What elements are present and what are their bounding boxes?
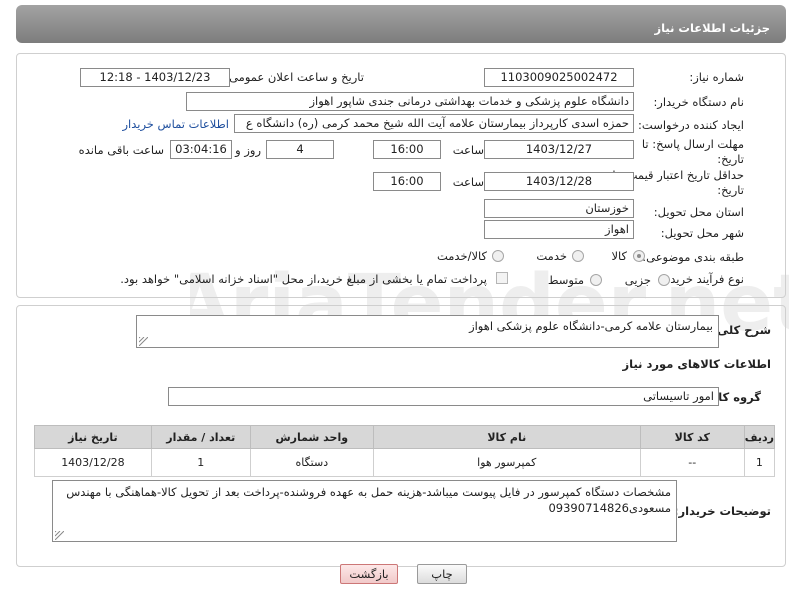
- creator-field: حمزه اسدی کارپرداز بیمارستان علامه آیت ا…: [234, 114, 634, 133]
- buyer-notes-text: مشخصات دستگاه کمپرسور در فایل پیوست میبا…: [66, 485, 671, 515]
- need-date-cell: 1403/12/28: [34, 448, 152, 477]
- days-label: روز و: [235, 143, 261, 157]
- description-text: بیمارستان علامه کرمی-دانشگاه علوم پزشکی …: [469, 319, 713, 333]
- treasury-payment-note: پرداخت تمام یا بخشی از مبلغ خرید،از محل …: [120, 272, 487, 286]
- deadline-label: مهلت ارسال پاسخ: تا: [641, 137, 744, 151]
- print-button[interactable]: چاپ: [417, 564, 467, 584]
- buyer-notes-label: توضیحات خریدار:: [673, 504, 771, 518]
- buyer-org-field: دانشگاه علوم پزشکی و خدمات بهداشتی درمان…: [186, 92, 634, 111]
- goods-table: ردیف کد کالا نام کالا واحد شمارش تعداد /…: [34, 425, 776, 477]
- category-goods-radio[interactable]: [633, 250, 645, 262]
- category-service-label: خدمت: [536, 249, 567, 263]
- remaining-time-field: 03:04:16: [170, 140, 232, 159]
- goods-info-title: اطلاعات کالاهای مورد نیاز: [622, 357, 771, 371]
- goods-group-field: امور تاسیساتی: [168, 387, 719, 406]
- deadline-time-field: 16:00: [373, 140, 441, 159]
- deadline-date-field: 1403/12/27: [484, 140, 634, 159]
- treasury-payment-checkbox[interactable]: [496, 272, 508, 284]
- category-goods-service-radio[interactable]: [492, 250, 504, 262]
- city-field: اهواز: [484, 220, 634, 239]
- col-name-header: نام کالا: [372, 425, 641, 449]
- table-row: 1 -- کمپرسور هوا دستگاه 1 1403/12/28: [34, 448, 776, 477]
- validity-date-label: تاریخ:: [717, 183, 744, 197]
- col-unit-header: واحد شمارش: [249, 425, 374, 449]
- category-goods-service-label: کالا/خدمت: [436, 249, 487, 263]
- validity-time-field: 16:00: [373, 172, 441, 191]
- row-number-cell: 1: [743, 448, 776, 477]
- back-button[interactable]: بازگشت: [340, 564, 398, 584]
- page-title: جزئیات اطلاعات نیاز: [654, 21, 770, 35]
- resize-handle-icon[interactable]: [139, 337, 148, 346]
- category-goods-label: کالا: [611, 249, 627, 263]
- page-header: جزئیات اطلاعات نیاز: [16, 5, 786, 43]
- col-date-header: تاریخ نیاز: [34, 425, 152, 449]
- remaining-label: ساعت باقی مانده: [78, 143, 164, 157]
- deadline-date-label: تاریخ:: [717, 152, 744, 166]
- remaining-days-field: 4: [266, 140, 334, 159]
- goods-name-cell: کمپرسور هوا: [372, 448, 641, 477]
- city-label: شهر محل تحویل:: [660, 226, 744, 240]
- deadline-time-label: ساعت: [452, 143, 484, 157]
- process-medium-label: متوسط: [547, 273, 584, 287]
- goods-code-cell: --: [639, 448, 745, 477]
- col-row-header: ردیف: [743, 425, 776, 449]
- province-field: خوزستان: [484, 199, 634, 218]
- goods-table-header: ردیف کد کالا نام کالا واحد شمارش تعداد /…: [34, 425, 776, 449]
- creator-label: ایجاد کننده درخواست:: [638, 118, 744, 132]
- resize-handle-icon[interactable]: [55, 531, 64, 540]
- buyer-org-label: نام دستگاه خریدار:: [653, 95, 744, 109]
- announce-date-field: 1403/12/23 - 12:18: [80, 68, 230, 87]
- col-code-header: کد کالا: [639, 425, 745, 449]
- process-minor-label: جزیی: [624, 273, 651, 287]
- category-label: طبقه بندی موضوعی:: [642, 250, 744, 264]
- description-field: بیمارستان علامه کرمی-دانشگاه علوم پزشکی …: [136, 315, 719, 348]
- process-label: نوع فرآیند خرید :: [662, 272, 744, 286]
- unit-cell: دستگاه: [249, 448, 374, 477]
- validity-time-label: ساعت: [452, 175, 484, 189]
- buyer-contact-link[interactable]: اطلاعات تماس خریدار: [122, 117, 229, 131]
- process-minor-radio[interactable]: [658, 274, 670, 286]
- need-number-field: 1103009025002472: [484, 68, 634, 87]
- category-service-radio[interactable]: [572, 250, 584, 262]
- need-number-label: شماره نیاز:: [689, 70, 744, 84]
- process-medium-radio[interactable]: [590, 274, 602, 286]
- buyer-notes-field: مشخصات دستگاه کمپرسور در فایل پیوست میبا…: [52, 480, 677, 542]
- announce-date-label: تاریخ و ساعت اعلان عمومی:: [225, 70, 364, 84]
- col-quantity-header: تعداد / مقدار: [150, 425, 251, 449]
- validity-date-field: 1403/12/28: [484, 172, 634, 191]
- province-label: استان محل تحویل:: [653, 205, 744, 219]
- quantity-cell: 1: [150, 448, 251, 477]
